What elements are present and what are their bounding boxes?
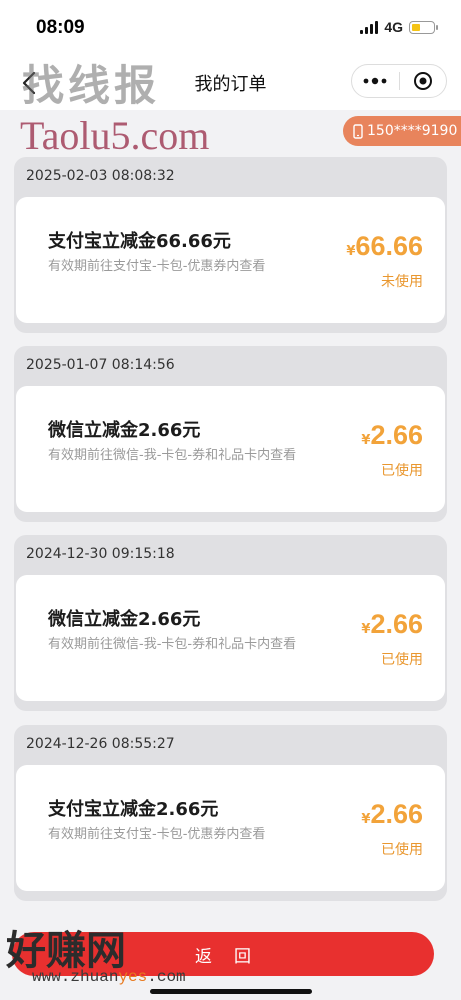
- mini-program-capsule: [351, 64, 447, 98]
- order-date: 2024-12-26 08:55:27: [26, 736, 175, 752]
- phone-icon: [353, 123, 363, 139]
- amount-value: 2.66: [370, 420, 423, 450]
- order-title: 微信立减金2.66元: [48, 420, 201, 441]
- watermark-bottom-url: www.zhuanyes.com: [32, 968, 186, 986]
- order-amount: ¥2.66: [361, 609, 423, 640]
- order-status: 已使用: [381, 463, 423, 479]
- amount-value: 2.66: [370, 799, 423, 829]
- order-group: 2025-02-03 08:08:32 支付宝立减金66.66元 有效期前往支付…: [14, 157, 447, 333]
- status-icons: 4G: [360, 19, 438, 35]
- order-date: 2025-01-07 08:14:56: [26, 357, 175, 373]
- target-close-icon: [413, 72, 432, 90]
- order-date: 2025-02-03 08:08:32: [26, 168, 175, 184]
- more-dots-icon: [363, 77, 387, 85]
- order-title: 支付宝立减金66.66元: [48, 231, 231, 252]
- order-card[interactable]: 支付宝立减金2.66元 有效期前往支付宝-卡包-优惠券内查看 ¥2.66 已使用: [16, 765, 445, 891]
- order-amount: ¥66.66: [346, 231, 423, 262]
- watermark-top-text: 找线报: [22, 61, 161, 110]
- order-card[interactable]: 支付宝立减金66.66元 有效期前往支付宝-卡包-优惠券内查看 ¥66.66 未…: [16, 197, 445, 323]
- phone-badge: 150****9190: [343, 116, 461, 146]
- order-title: 微信立减金2.66元: [48, 609, 201, 630]
- order-status: 未使用: [381, 274, 423, 290]
- order-card[interactable]: 微信立减金2.66元 有效期前往微信-我-卡包-券和礼品卡内查看 ¥2.66 已…: [16, 575, 445, 701]
- status-bar: 08:09 4G: [0, 0, 461, 56]
- order-desc: 有效期前往微信-我-卡包-券和礼品卡内查看: [48, 637, 297, 652]
- order-desc: 有效期前往支付宝-卡包-优惠券内查看: [48, 827, 266, 842]
- order-group: 2024-12-30 09:15:18 微信立减金2.66元 有效期前往微信-我…: [14, 535, 447, 711]
- network-type: 4G: [384, 19, 403, 35]
- amount-value: 2.66: [370, 609, 423, 639]
- order-group: 2025-01-07 08:14:56 微信立减金2.66元 有效期前往微信-我…: [14, 346, 447, 522]
- order-desc: 有效期前往微信-我-卡包-券和礼品卡内查看: [48, 448, 297, 463]
- home-indicator: [150, 989, 312, 994]
- watermark-brand: Taolu5.com: [20, 113, 210, 158]
- order-card[interactable]: 微信立减金2.66元 有效期前往微信-我-卡包-券和礼品卡内查看 ¥2.66 已…: [16, 386, 445, 512]
- order-amount: ¥2.66: [361, 799, 423, 830]
- order-desc: 有效期前往支付宝-卡包-优惠券内查看: [48, 259, 266, 274]
- cellular-signal-icon: [360, 20, 379, 34]
- order-amount: ¥2.66: [361, 420, 423, 451]
- order-status: 已使用: [381, 652, 423, 668]
- order-group: 2024-12-26 08:55:27 支付宝立减金2.66元 有效期前往支付宝…: [14, 725, 447, 901]
- more-button[interactable]: [352, 65, 399, 97]
- close-mini-program-button[interactable]: [400, 65, 447, 97]
- order-title: 支付宝立减金2.66元: [48, 799, 219, 820]
- order-status: 已使用: [381, 842, 423, 858]
- status-time: 08:09: [36, 17, 85, 38]
- battery-icon: [409, 20, 438, 34]
- order-date: 2024-12-30 09:15:18: [26, 546, 175, 562]
- phone-number: 150****9190: [367, 123, 458, 139]
- amount-value: 66.66: [355, 231, 423, 261]
